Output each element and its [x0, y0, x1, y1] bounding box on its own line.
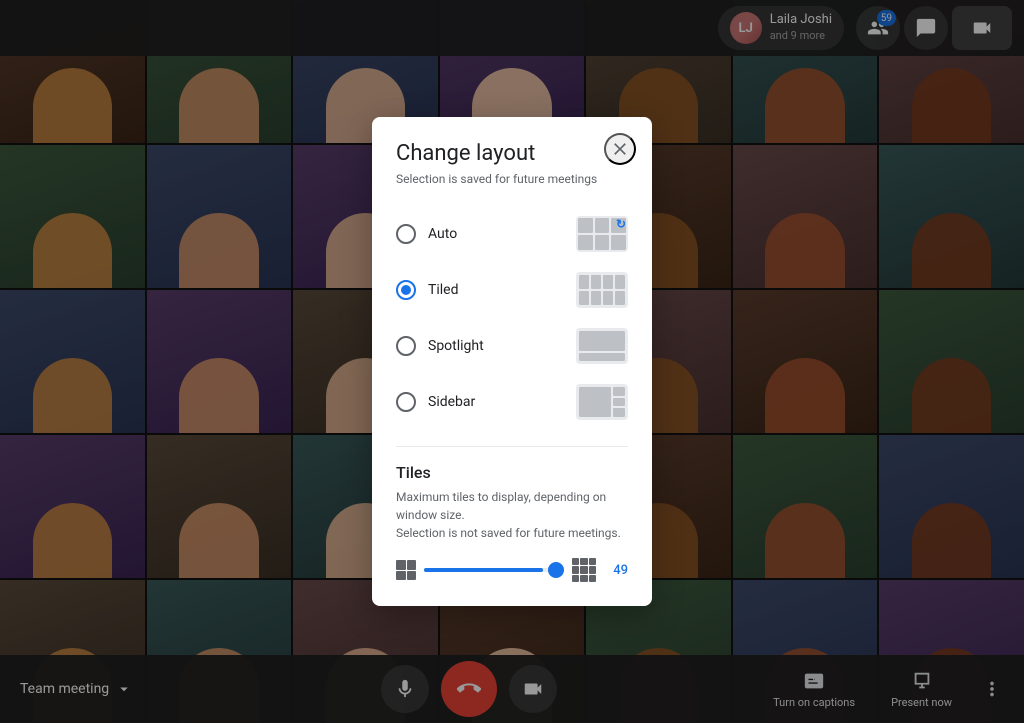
radio-auto	[396, 224, 416, 244]
tiles-large-icon	[572, 558, 596, 582]
modal-close-button[interactable]	[604, 133, 636, 165]
layout-icon-sidebar	[576, 384, 628, 420]
radio-spotlight	[396, 336, 416, 356]
layout-option-tiled[interactable]: Tiled	[396, 262, 628, 318]
slider-track	[424, 568, 564, 572]
layout-option-spotlight[interactable]: Spotlight	[396, 318, 628, 374]
tiles-small-icon	[396, 560, 416, 580]
tiles-slider-wrapper[interactable]	[424, 558, 564, 582]
modal-overlay: Change layout Selection is saved for fut…	[0, 0, 1024, 723]
tiles-section: Tiles Maximum tiles to display, dependin…	[396, 463, 628, 582]
tiles-title: Tiles	[396, 463, 628, 482]
change-layout-modal: Change layout Selection is saved for fut…	[372, 117, 652, 606]
layout-option-auto[interactable]: Auto ↻	[396, 206, 628, 262]
layout-icon-auto: ↻	[576, 216, 628, 252]
layout-label-sidebar: Sidebar	[428, 394, 564, 410]
layout-label-spotlight: Spotlight	[428, 338, 564, 354]
layout-label-tiled: Tiled	[428, 282, 564, 298]
slider-thumb[interactable]	[548, 562, 564, 578]
layout-icon-spotlight	[576, 328, 628, 364]
tiles-description: Maximum tiles to display, depending on w…	[396, 488, 628, 542]
radio-tiled-inner	[401, 285, 411, 295]
slider-fill	[424, 568, 543, 572]
modal-subtitle: Selection is saved for future meetings	[396, 172, 628, 186]
radio-tiled	[396, 280, 416, 300]
modal-divider	[396, 446, 628, 447]
tiles-slider-row: 49	[396, 558, 628, 582]
layout-option-sidebar[interactable]: Sidebar	[396, 374, 628, 430]
layout-label-auto: Auto	[428, 226, 564, 242]
layout-icon-tiled	[576, 272, 628, 308]
tiles-value: 49	[604, 563, 628, 578]
radio-sidebar	[396, 392, 416, 412]
modal-title: Change layout	[396, 141, 628, 166]
